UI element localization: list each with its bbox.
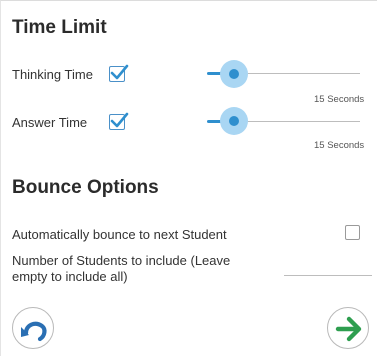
checkmark-icon <box>110 112 129 128</box>
thinking-time-slider-thumb[interactable] <box>229 69 239 79</box>
thinking-time-checkbox[interactable] <box>109 64 129 82</box>
bounce-options-heading: Bounce Options <box>12 177 159 198</box>
answer-time-slider-thumb[interactable] <box>229 116 239 126</box>
settings-panel: Time Limit Thinking Time 15 Seconds Answ… <box>0 0 377 356</box>
students-to-include-label-line1: Number of Students to include (Leave <box>12 253 231 268</box>
auto-bounce-label: Automatically bounce to next Student <box>12 227 227 242</box>
next-button[interactable] <box>327 307 369 349</box>
right-arrow-icon <box>335 316 362 342</box>
time-limit-heading: Time Limit <box>12 17 107 38</box>
students-to-include-label-line2: empty to include all) <box>12 269 128 284</box>
answer-time-label: Answer Time <box>12 115 88 130</box>
answer-time-slider-track <box>234 121 360 122</box>
thinking-time-value: 15 Seconds <box>314 94 365 105</box>
thinking-time-label: Thinking Time <box>12 67 93 82</box>
answer-time-value: 15 Seconds <box>314 140 365 151</box>
answer-time-checkbox[interactable] <box>109 112 129 130</box>
checkmark-icon <box>110 64 129 80</box>
undo-arrow-icon <box>21 321 47 342</box>
thinking-time-slider-track <box>234 73 360 74</box>
students-to-include-input[interactable] <box>284 275 372 276</box>
auto-bounce-checkbox[interactable] <box>345 225 360 240</box>
back-button[interactable] <box>12 307 54 349</box>
